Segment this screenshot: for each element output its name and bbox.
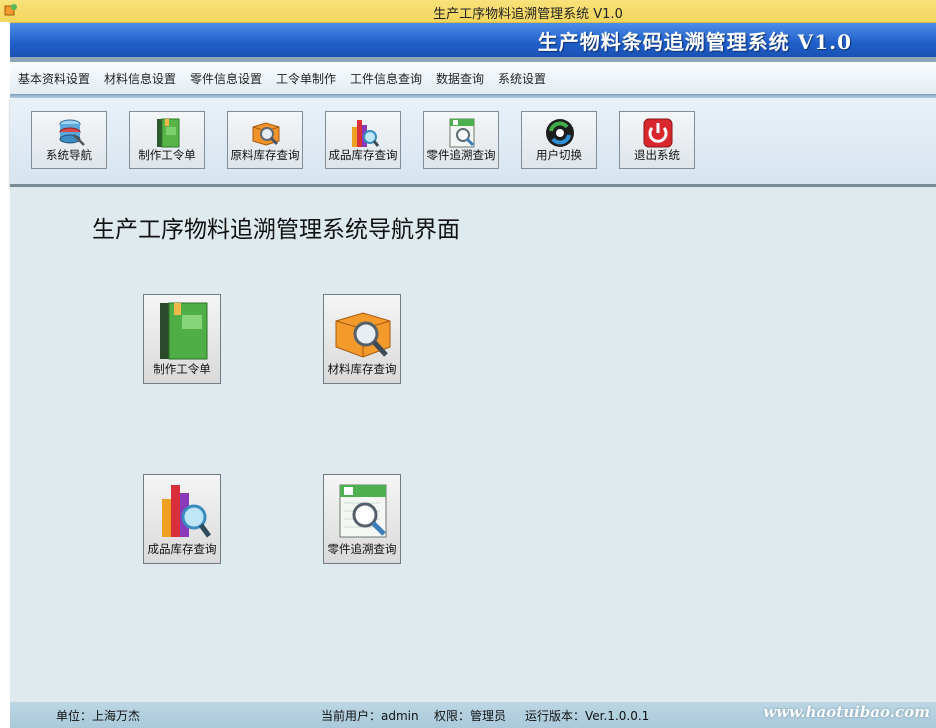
toolbar-part-trace-button[interactable]: 零件追溯查询: [423, 111, 499, 169]
toolbar-user-switch-button[interactable]: 用户切换: [521, 111, 597, 169]
orange-box-search-icon: [252, 122, 280, 146]
app-banner: 生产物料条码追溯管理系统 V1.0: [10, 23, 936, 57]
tile-product-stock[interactable]: 成品库存查询: [143, 474, 221, 564]
green-book-icon: [160, 302, 208, 360]
status-version: 运行版本：Ver.1.0.0.1: [525, 709, 650, 723]
menu-item-work-order[interactable]: 工令单制作: [276, 70, 336, 87]
status-unit: 单位：上海万杰: [56, 709, 141, 723]
window-titlebar: 生产工序物料追溯管理系统 V1.0: [0, 0, 936, 23]
toolbar-work-order-button[interactable]: 制作工令单: [129, 111, 205, 169]
main-content: 生产工序物料追溯管理系统导航界面 制作工令单 材料库存查询 成品库存查询 零件追…: [10, 187, 936, 702]
watermark: www.haotuibao.com: [763, 703, 930, 721]
toolbar-button-label: 系统导航: [46, 148, 92, 162]
toolbar-button-label: 用户切换: [536, 148, 582, 162]
toolbar-product-stock-button[interactable]: 成品库存查询: [325, 111, 401, 169]
menu-item-data-query[interactable]: 数据查询: [436, 70, 484, 87]
tile-label: 成品库存查询: [147, 542, 217, 556]
toolbar-button-label: 制作工令单: [138, 148, 196, 162]
tile-material-stock[interactable]: 材料库存查询: [323, 294, 401, 384]
user-switch-icon: [546, 119, 574, 147]
toolbar-button-label: 成品库存查询: [328, 148, 398, 162]
database-icon: [59, 119, 85, 146]
tile-label: 材料库存查询: [327, 362, 397, 376]
orange-box-search-icon: [335, 312, 391, 358]
bar-chart-search-icon: [352, 120, 380, 147]
window-title: 生产工序物料追溯管理系统 V1.0: [433, 7, 623, 22]
tile-label: 零件追溯查询: [327, 542, 397, 556]
menu-item-system-settings[interactable]: 系统设置: [498, 70, 546, 87]
banner-title: 生产物料条码追溯管理系统 V1.0: [537, 30, 852, 54]
tile-work-order[interactable]: 制作工令单: [143, 294, 221, 384]
toolbar-button-label: 零件追溯查询: [426, 148, 496, 162]
menu-item-part-settings[interactable]: 零件信息设置: [190, 70, 262, 87]
tile-label: 制作工令单: [153, 362, 211, 376]
toolbar-button-label: 原料库存查询: [230, 148, 300, 162]
menu-bar: 基本资料设置 材料信息设置 零件信息设置 工令单制作 工件信息查询 数据查询 系…: [10, 62, 936, 94]
menu-item-workpiece-query[interactable]: 工件信息查询: [350, 70, 422, 87]
page-title: 生产工序物料追溯管理系统导航界面: [92, 217, 460, 243]
power-icon: [643, 118, 673, 148]
bar-chart-search-icon: [162, 485, 212, 538]
toolbar-system-nav-button[interactable]: 系统导航: [31, 111, 107, 169]
toolbar-button-label: 退出系统: [634, 148, 680, 162]
status-permission: 权限：管理员: [434, 709, 507, 723]
tile-part-trace[interactable]: 零件追溯查询: [323, 474, 401, 564]
green-book-icon: [157, 118, 180, 148]
menu-item-material-settings[interactable]: 材料信息设置: [104, 70, 176, 87]
toolbar-exit-button[interactable]: 退出系统: [619, 111, 695, 169]
document-search-icon: [339, 484, 387, 538]
window-left-edge: [0, 22, 10, 728]
status-bar: 单位：上海万杰 当前用户：admin 权限：管理员 运行版本：Ver.1.0.0…: [10, 702, 936, 728]
menu-item-basic-settings[interactable]: 基本资料设置: [18, 70, 90, 87]
status-current-user: 当前用户：admin: [321, 709, 419, 723]
toolbar-raw-stock-button[interactable]: 原料库存查询: [227, 111, 303, 169]
toolbar: 系统导航 制作工令单 原料库存查询 成品库存查询 零件追溯查询 用户切换 退出系…: [10, 98, 936, 187]
document-search-icon: [449, 118, 475, 148]
